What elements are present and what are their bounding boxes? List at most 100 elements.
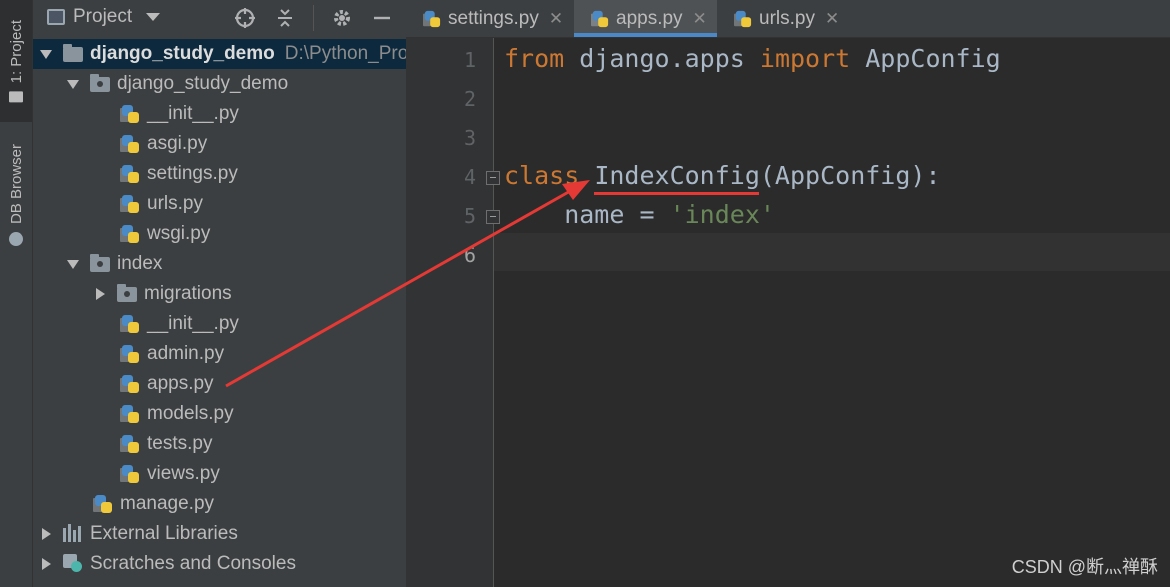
tree-item-project-root[interactable]: django_study_demo D:\Python_Pro <box>33 39 406 69</box>
code-line-4[interactable]: class IndexConfig(AppConfig): <box>504 161 941 190</box>
tree-item-label: Scratches and Consoles <box>90 553 296 574</box>
annotation-underline <box>594 192 759 195</box>
keyword-class: class <box>504 161 580 190</box>
tree-item-file[interactable]: manage.py <box>33 489 406 519</box>
watermark: CSDN @断灬禅酥 <box>1011 557 1158 577</box>
tree-item-file[interactable]: asgi.py <box>33 129 406 159</box>
python-file-icon <box>120 434 140 454</box>
tree-item-scratches[interactable]: Scratches and Consoles <box>33 549 406 579</box>
tree-item-label: asgi.py <box>147 133 208 154</box>
tree-item-label: External Libraries <box>90 523 238 544</box>
tab-label: urls.py <box>759 7 815 29</box>
tab-label: apps.py <box>616 7 683 29</box>
python-file-icon <box>120 374 140 394</box>
tree-item-label: index <box>117 253 163 274</box>
tree-item-external-libraries[interactable]: External Libraries <box>33 519 406 549</box>
code-line-5[interactable]: name = 'index' <box>504 200 775 229</box>
db-browser-tool-tab[interactable]: DB Browser <box>0 132 32 258</box>
tree-item-file[interactable]: models.py <box>33 399 406 429</box>
code-editor: settings.py ✕ apps.py ✕ urls.py ✕ 1 2 3 … <box>406 0 1170 587</box>
python-file-icon <box>120 314 140 334</box>
python-file-icon <box>120 344 140 364</box>
tree-item-file[interactable]: __init__.py <box>33 309 406 339</box>
fold-end-icon[interactable] <box>486 210 500 224</box>
tree-item-label: django_study_demo <box>117 73 289 94</box>
line-number: 1 <box>464 48 477 72</box>
tree-item-file-apps[interactable]: apps.py <box>33 369 406 399</box>
tree-item-label: django_study_demo <box>90 43 275 64</box>
line-number-current: 6 <box>464 243 477 267</box>
project-panel: Project django_study_demo D:\Python_Pro … <box>33 0 406 587</box>
collapsed-arrow-icon[interactable] <box>39 557 53 571</box>
collapse-all-button[interactable] <box>273 4 297 32</box>
python-file-icon <box>120 224 140 244</box>
package-folder-icon <box>90 74 110 94</box>
collapsed-arrow-icon[interactable] <box>93 287 107 301</box>
tree-item-file[interactable]: admin.py <box>33 339 406 369</box>
tree-item-file[interactable]: __init__.py <box>33 99 406 129</box>
close-icon[interactable]: ✕ <box>693 9 707 29</box>
class-declaration: IndexConfig(AppConfig): <box>579 161 941 190</box>
tool-window-strip: 1: Project DB Browser <box>0 0 33 587</box>
string-literal: 'index' <box>669 200 775 229</box>
tree-item-label: views.py <box>147 463 220 484</box>
line-number: 2 <box>464 87 477 111</box>
libraries-icon <box>63 524 83 544</box>
close-icon[interactable]: ✕ <box>549 9 563 29</box>
project-view-selector[interactable]: Project <box>47 6 161 28</box>
expand-arrow-icon[interactable] <box>66 257 80 271</box>
tree-item-folder[interactable]: django_study_demo <box>33 69 406 99</box>
code-line-1[interactable]: from django.apps import AppConfig <box>504 44 1001 73</box>
tree-item-label: urls.py <box>147 193 203 214</box>
project-panel-title: Project <box>73 6 133 27</box>
tree-item-label: settings.py <box>147 163 238 184</box>
fold-start-icon[interactable] <box>486 171 500 185</box>
tree-item-label: __init__.py <box>147 103 239 124</box>
folder-icon <box>9 91 23 103</box>
python-file-icon <box>120 134 140 154</box>
tree-item-folder[interactable]: migrations <box>33 279 406 309</box>
project-panel-icon <box>47 9 65 25</box>
locate-file-button[interactable] <box>233 4 257 32</box>
tree-item-label: admin.py <box>147 343 225 364</box>
tree-item-label: migrations <box>144 283 232 304</box>
tab-urls-py[interactable]: urls.py ✕ <box>717 0 847 37</box>
line-number: 3 <box>464 126 477 150</box>
attribute-assignment: name = <box>504 200 670 229</box>
tree-item-label: models.py <box>147 403 234 424</box>
python-file-icon <box>423 10 441 28</box>
package-folder-icon <box>90 254 110 274</box>
tree-item-label: apps.py <box>147 373 214 394</box>
collapsed-arrow-icon[interactable] <box>39 527 53 541</box>
settings-button[interactable] <box>330 4 354 32</box>
tree-item-folder[interactable]: index <box>33 249 406 279</box>
tree-item-label: tests.py <box>147 433 213 454</box>
expand-arrow-icon[interactable] <box>66 77 80 91</box>
tree-item-file[interactable]: tests.py <box>33 429 406 459</box>
module-name: django.apps <box>564 44 760 73</box>
project-path: D:\Python_Pro <box>284 43 406 64</box>
project-tool-label: 1: Project <box>7 19 25 84</box>
expand-arrow-icon[interactable] <box>39 47 53 61</box>
python-file-icon <box>120 464 140 484</box>
import-name: AppConfig <box>850 44 1001 73</box>
tree-item-label: wsgi.py <box>147 223 211 244</box>
tab-settings-py[interactable]: settings.py ✕ <box>406 0 574 37</box>
gear-icon <box>334 10 350 26</box>
scratches-icon <box>63 554 83 574</box>
db-browser-label: DB Browser <box>7 143 25 225</box>
tab-apps-py[interactable]: apps.py ✕ <box>574 0 717 37</box>
hide-panel-button[interactable] <box>370 4 394 32</box>
tree-item-file[interactable]: wsgi.py <box>33 219 406 249</box>
project-tool-tab[interactable]: 1: Project <box>0 0 32 122</box>
minimize-icon <box>374 16 390 20</box>
gutter-divider <box>493 38 494 587</box>
tree-item-file[interactable]: settings.py <box>33 159 406 189</box>
close-icon[interactable]: ✕ <box>825 9 839 29</box>
editor-tabs: settings.py ✕ apps.py ✕ urls.py ✕ <box>406 0 1170 38</box>
tree-item-file[interactable]: views.py <box>33 459 406 489</box>
python-file-icon <box>120 104 140 124</box>
crosshair-icon <box>235 8 255 28</box>
line-number-gutter: 1 2 3 4 5 6 <box>406 38 494 587</box>
tree-item-file[interactable]: urls.py <box>33 189 406 219</box>
